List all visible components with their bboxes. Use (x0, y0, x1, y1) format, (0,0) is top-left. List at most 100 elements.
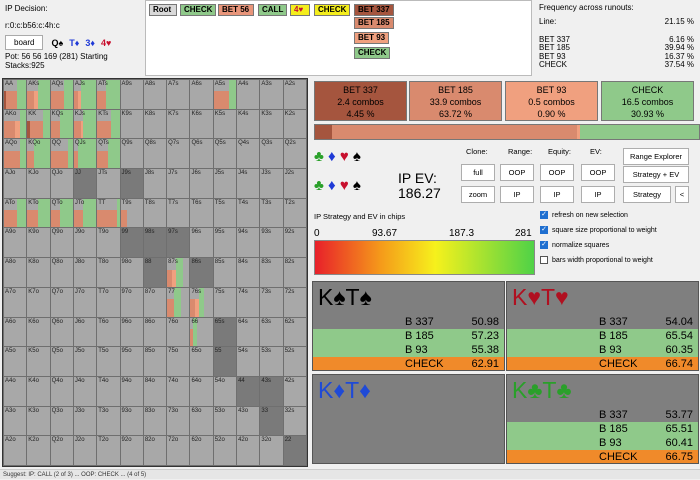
hand-cell-q6o[interactable]: Q6o (50, 317, 73, 347)
hand-cell-jts[interactable]: JTs (97, 169, 120, 198)
hand-cell-54o[interactable]: 54o (213, 376, 237, 406)
heart-icon[interactable]: ♥ (340, 148, 349, 165)
hand-cell-j7o[interactable]: J7o (73, 287, 97, 317)
strategy-button[interactable]: Strategy (623, 186, 671, 203)
hand-cell-64o[interactable]: 64o (190, 376, 213, 406)
diamond-icon[interactable]: ♦ (328, 148, 336, 165)
hand-cell-q5s[interactable]: Q5s (213, 139, 237, 169)
hand-cell-t9s[interactable]: T9s (120, 198, 143, 228)
hand-cell-a9o[interactable]: A9o (4, 228, 27, 258)
hand-cell-88[interactable]: 88 (143, 258, 167, 287)
option-checkbox[interactable]: ✓ refresh on new selection (540, 211, 628, 219)
hand-cell-k8o[interactable]: K8o (27, 258, 50, 287)
hand-cell-j3o[interactable]: J3o (73, 406, 97, 436)
hand-cell-ajo[interactable]: AJo (4, 169, 27, 198)
hand-cell-q8o[interactable]: Q8o (50, 258, 73, 287)
equity-oop-button[interactable]: OOP (540, 164, 574, 181)
option-checkbox[interactable]: ✓ normalize squares (540, 241, 609, 249)
hand-cell-94s[interactable]: 94s (237, 228, 260, 258)
hand-cell-42s[interactable]: 42s (283, 376, 306, 406)
hand-cell-92s[interactable]: 92s (283, 228, 306, 258)
hand-cell-qjs[interactable]: QJs (73, 139, 97, 169)
hand-cell-a4s[interactable]: A4s (237, 80, 260, 109)
hand-cell-72s[interactable]: 72s (283, 287, 306, 317)
range-ip-button[interactable]: IP (500, 186, 534, 203)
hand-cell-92o[interactable]: 92o (120, 436, 143, 465)
option-checkbox[interactable]: bars width proportional to weight (540, 256, 653, 264)
action-box[interactable]: BET 93 0.5 combos 0.90 % (505, 81, 598, 121)
action-box[interactable]: BET 185 33.9 combos 63.72 % (409, 81, 502, 121)
hand-cell-kk[interactable]: KK (27, 109, 50, 139)
hand-cell-75s[interactable]: 75s (213, 287, 237, 317)
hand-cell-kjo[interactable]: KJo (27, 169, 50, 198)
hand-cell-65s[interactable]: 65s (213, 317, 237, 347)
hand-cell-54s[interactable]: 54s (237, 347, 260, 376)
hand-cell-76o[interactable]: 76o (167, 317, 190, 347)
hand-cell-j9s[interactable]: J9s (120, 169, 143, 198)
suit-filter-row-1[interactable]: ♣ ♦ ♥ ♠ (314, 148, 361, 165)
hand-cell-j4o[interactable]: J4o (73, 376, 97, 406)
hand-cell-85s[interactable]: 85s (213, 258, 237, 287)
hand-cell-j6s[interactable]: J6s (190, 169, 213, 198)
hand-cell-66[interactable]: 66 (190, 317, 213, 347)
hand-cell-k3s[interactable]: K3s (260, 109, 283, 139)
hand-cell-74o[interactable]: 74o (167, 376, 190, 406)
hand-cell-53o[interactable]: 53o (213, 406, 237, 436)
hand-cell-a4o[interactable]: A4o (4, 376, 27, 406)
hand-cell-t7s[interactable]: T7s (167, 198, 190, 228)
hand-cell-j2o[interactable]: J2o (73, 436, 97, 465)
hand-cell-53s[interactable]: 53s (260, 347, 283, 376)
hand-cell-ato[interactable]: ATo (4, 198, 27, 228)
hand-cell-t8o[interactable]: T8o (97, 258, 120, 287)
hand-cell-q3o[interactable]: Q3o (50, 406, 73, 436)
hand-cell-43o[interactable]: 43o (237, 406, 260, 436)
tree-node[interactable]: Root (149, 4, 177, 16)
hand-cell-q4o[interactable]: Q4o (50, 376, 73, 406)
hand-cell-63s[interactable]: 63s (260, 317, 283, 347)
hand-cell-98s[interactable]: 98s (143, 228, 167, 258)
tree-node[interactable]: 4♥ (290, 4, 310, 16)
hand-cell-86s[interactable]: 86s (190, 258, 213, 287)
hand-cell-qts[interactable]: QTs (97, 139, 120, 169)
hand-cell-t6s[interactable]: T6s (190, 198, 213, 228)
hand-cell-83s[interactable]: 83s (260, 258, 283, 287)
hand-cell-q9s[interactable]: Q9s (120, 139, 143, 169)
range-oop-button[interactable]: OOP (500, 164, 534, 181)
hand-cell-73s[interactable]: 73s (260, 287, 283, 317)
hand-cell-33[interactable]: 33 (260, 406, 283, 436)
range-explorer-button[interactable]: Range Explorer (623, 148, 689, 165)
hand-cell-q6s[interactable]: Q6s (190, 139, 213, 169)
equity-ip-button[interactable]: IP (540, 186, 574, 203)
combo-panel[interactable]: K♠T♠ B 337 50.98 B 185 57.23 B 93 55.38 CHECK 62… (312, 281, 505, 371)
combo-panel[interactable]: K♣T♣ B 337 53.77 B 185 65.51 B 93 60.41 CHECK 66… (506, 374, 699, 464)
hand-cell-73o[interactable]: 73o (167, 406, 190, 436)
hand-cell-55[interactable]: 55 (213, 347, 237, 376)
action-box[interactable]: CHECK 16.5 combos 30.93 % (601, 81, 694, 121)
hand-cell-ako[interactable]: AKo (4, 109, 27, 139)
hand-cell-93o[interactable]: 93o (120, 406, 143, 436)
hand-cell-a7s[interactable]: A7s (167, 80, 190, 109)
hand-cell-j4s[interactable]: J4s (237, 169, 260, 198)
hand-cell-k4o[interactable]: K4o (27, 376, 50, 406)
spade-icon[interactable]: ♠ (353, 148, 361, 165)
hand-cell-a8s[interactable]: A8s (143, 80, 167, 109)
tree-node[interactable]: BET 93 (354, 32, 390, 44)
hand-cell-aqo[interactable]: AQo (4, 139, 27, 169)
hand-cell-kjs[interactable]: KJs (73, 109, 97, 139)
hand-cell-k9o[interactable]: K9o (27, 228, 50, 258)
hand-cell-99[interactable]: 99 (120, 228, 143, 258)
diamond-icon[interactable]: ♦ (328, 177, 336, 194)
hand-cell-a6s[interactable]: A6s (190, 80, 213, 109)
hand-cell-k3o[interactable]: K3o (27, 406, 50, 436)
back-button[interactable]: < (675, 186, 689, 203)
hand-cell-a5o[interactable]: A5o (4, 347, 27, 376)
hand-cell-83o[interactable]: 83o (143, 406, 167, 436)
hand-cell-86o[interactable]: 86o (143, 317, 167, 347)
hand-cell-a5s[interactable]: A5s (213, 80, 237, 109)
hand-cell-94o[interactable]: 94o (120, 376, 143, 406)
hand-cell-a3o[interactable]: A3o (4, 406, 27, 436)
hand-cell-t8s[interactable]: T8s (143, 198, 167, 228)
hand-cell-65o[interactable]: 65o (190, 347, 213, 376)
hand-cell-32s[interactable]: 32s (283, 406, 306, 436)
hand-cell-k2s[interactable]: K2s (283, 109, 306, 139)
